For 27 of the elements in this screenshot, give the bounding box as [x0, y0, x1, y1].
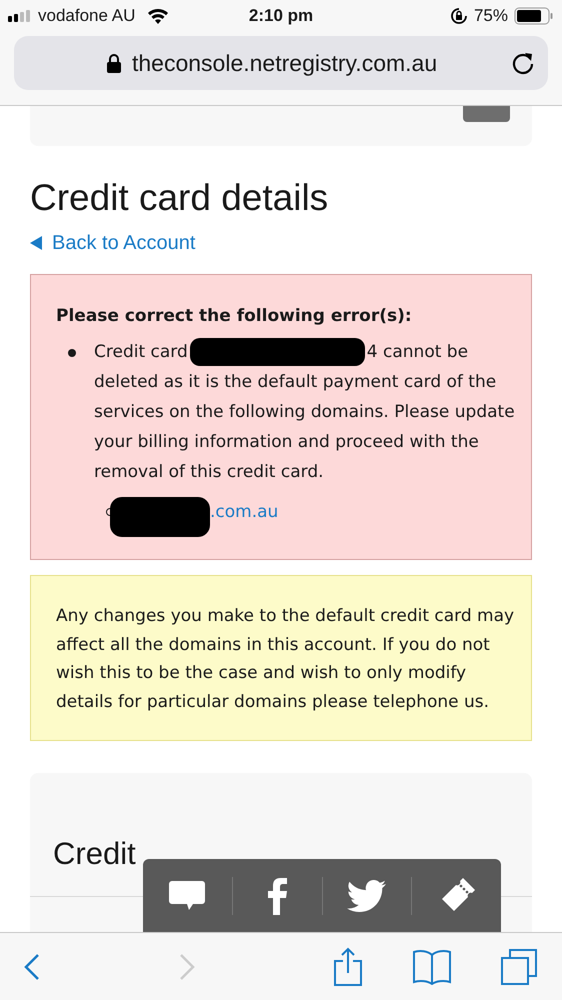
- back-link[interactable]: Back to Account: [30, 228, 196, 258]
- back-icon[interactable]: [24, 952, 40, 980]
- page-url: theconsole.netregistry.com.au: [132, 48, 438, 78]
- clock-time: 2:10 pm: [248, 5, 314, 28]
- notice-text: Any changes you make to the default credit card may affect all the domains in this account. If you do not wish this to be the case and wish to only modify details for particular domains please telephone us.: [56, 605, 516, 714]
- signal-icon: [8, 10, 32, 22]
- facebook-icon[interactable]: [266, 876, 288, 914]
- section-title: Credit: [53, 835, 137, 873]
- domain-link[interactable]: .com.au: [210, 497, 278, 527]
- error-message: Credit card 4 cannot be deleted as it is the default payment card of the services on the following domains. Please update your billing information and proceed with the removal of this credit card.: [94, 337, 517, 487]
- book-icon[interactable]: [412, 948, 452, 984]
- page-title: Credit card details: [30, 176, 330, 220]
- battery-percentage: 75%: [474, 5, 508, 28]
- lock-icon: [106, 53, 122, 73]
- share-icon[interactable]: [333, 946, 363, 986]
- tabs-icon[interactable]: [500, 948, 538, 986]
- speech-bubble-icon[interactable]: [168, 878, 206, 912]
- battery-icon: [514, 7, 554, 25]
- rotation-lock-icon: [450, 7, 468, 25]
- reload-icon[interactable]: [510, 50, 536, 76]
- carrier-name: vodafone AU: [38, 5, 136, 28]
- bullet-icon: [68, 349, 76, 357]
- address-bar[interactable]: theconsole.netregistry.com.au: [14, 36, 548, 90]
- bird-icon[interactable]: [346, 880, 387, 912]
- error-heading: Please correct the following error(s):: [56, 305, 413, 328]
- triangle-left-icon: [30, 236, 42, 250]
- wifi-icon: [147, 8, 170, 24]
